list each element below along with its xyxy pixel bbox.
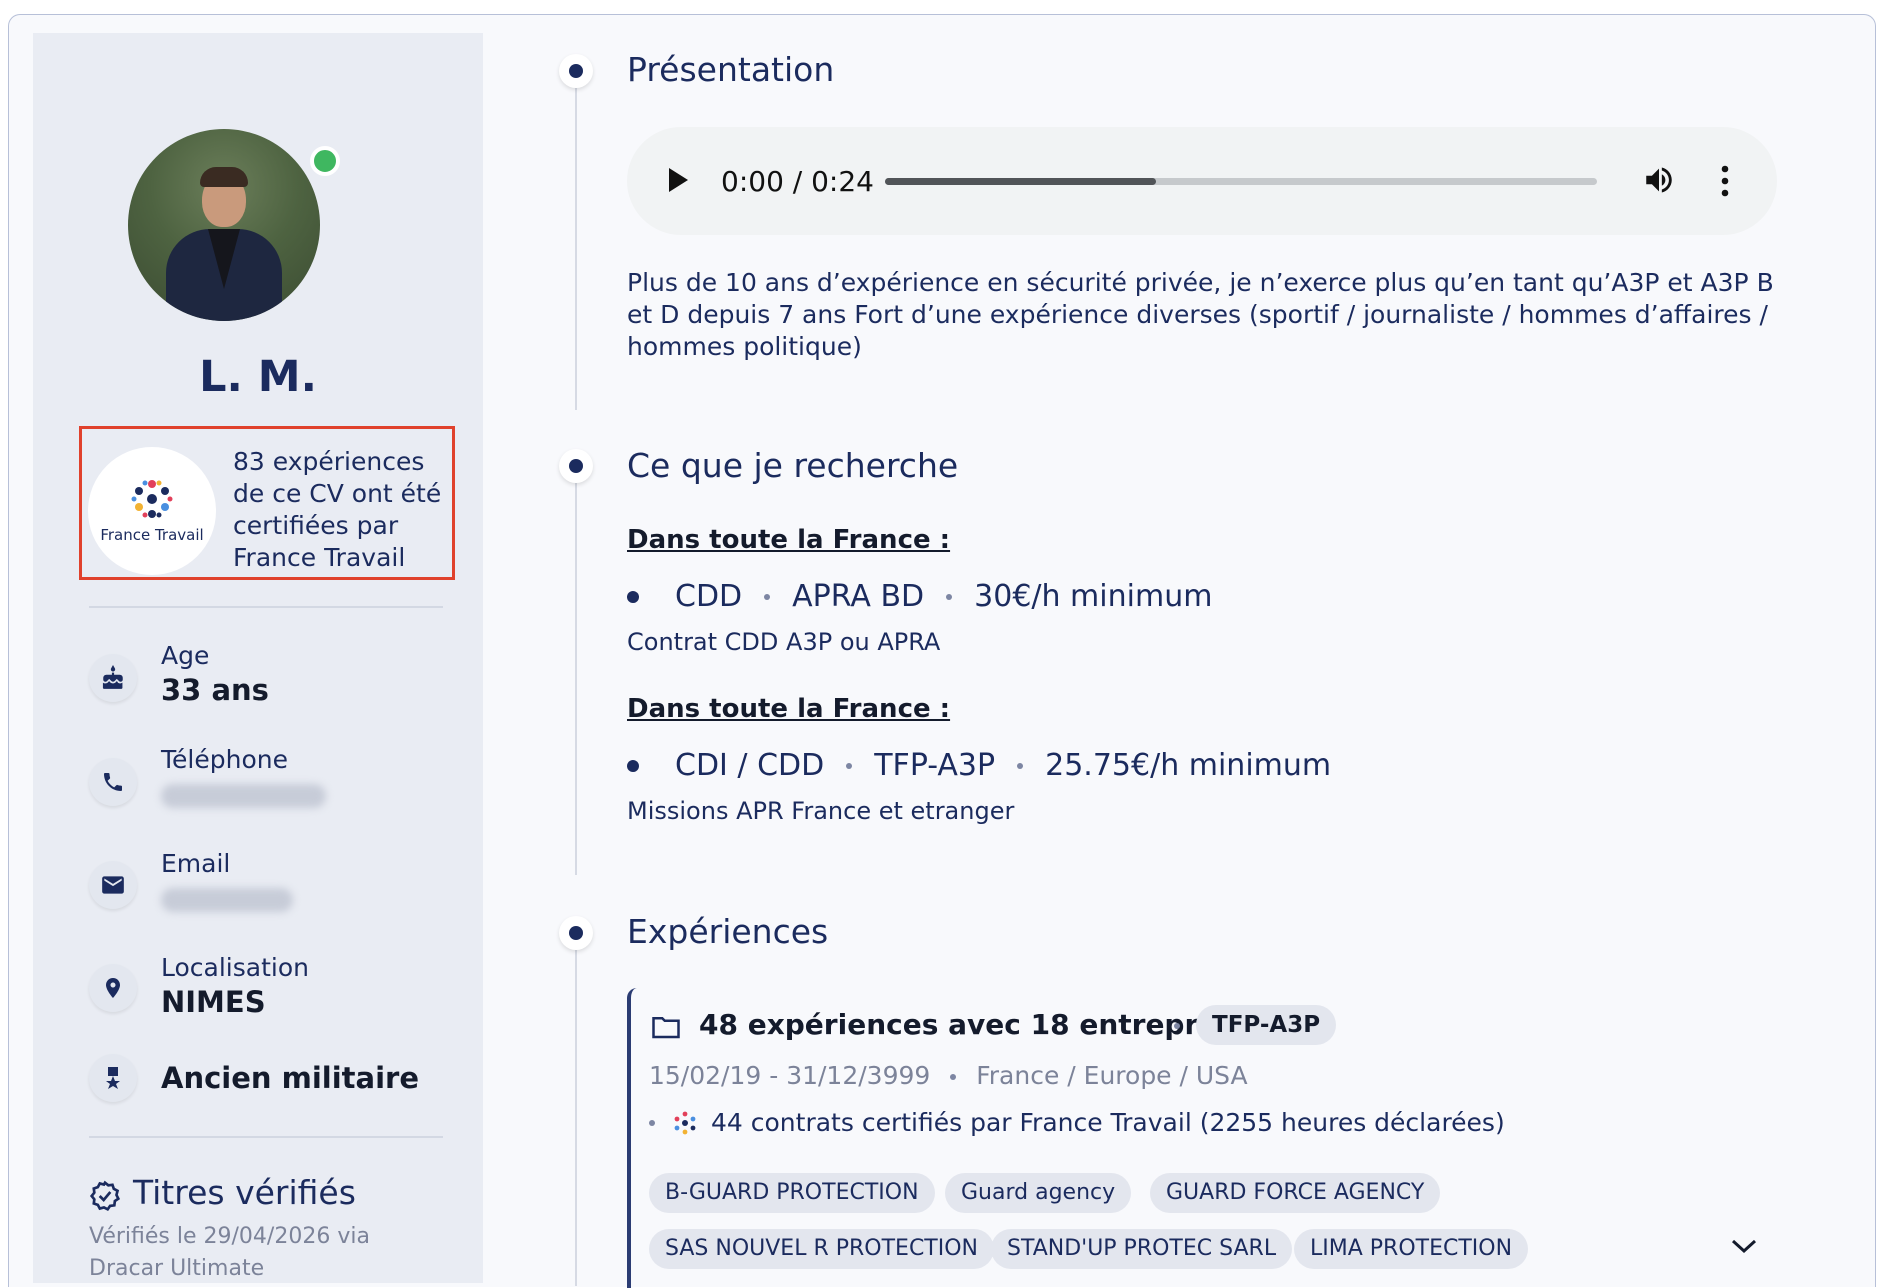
timeline-dot [559, 54, 593, 88]
audio-seek-bar[interactable] [885, 178, 1597, 185]
verified-badge-icon [89, 1180, 121, 1212]
cake-icon [89, 654, 137, 702]
medal-icon [89, 1054, 137, 1102]
france-travail-logo: France Travail [88, 447, 216, 575]
divider [89, 1136, 443, 1138]
location-label: Localisation [161, 953, 309, 982]
online-status-dot [310, 146, 340, 176]
search-heading: Dans toute la France : [627, 694, 951, 724]
phone-icon [89, 758, 137, 806]
experience-certification: 44 contrats certifiés par France Travail… [649, 1108, 1505, 1137]
age-value: 33 ans [161, 673, 269, 707]
france-travail-dots-icon [131, 480, 173, 518]
search-criteria: CDD APRA BD 30€/h minimum [627, 579, 1212, 614]
search-heading: Dans toute la France : [627, 525, 951, 555]
search-note: Missions APR France et etranger [627, 797, 1015, 825]
chevron-down-icon[interactable] [1729, 1236, 1759, 1256]
timeline-line [575, 88, 577, 410]
email-label: Email [161, 849, 231, 878]
location-pin-icon [89, 964, 137, 1012]
military-status: Ancien militaire [161, 1061, 420, 1095]
phone-label: Téléphone [161, 745, 288, 774]
experience-group-card[interactable]: 48 expériences avec 18 entreprises TFP-A… [627, 988, 1791, 1288]
company-chip[interactable]: SAS NOUVEL R PROTECTION [649, 1229, 995, 1269]
search-title: Ce que je recherche [627, 446, 959, 485]
titres-verifies-title: Titres vérifiés [133, 1173, 356, 1212]
experience-dates: 15/02/19 - 31/12/3999 France / Europe / … [649, 1061, 1248, 1090]
presentation-text: Plus de 10 ans d’expérience en sécurité … [627, 268, 1774, 361]
audio-player[interactable]: 0:00 / 0:24 [627, 127, 1777, 235]
candidate-initials: L. M. [199, 352, 317, 402]
audio-time: 0:00 / 0:24 [721, 165, 874, 198]
divider [89, 606, 443, 608]
search-criteria: CDI / CDD TFP-A3P 25.75€/h minimum [627, 748, 1331, 783]
phone-value-hidden [161, 784, 326, 808]
hourly-rate: 25.75€/h minimum [1045, 748, 1332, 783]
hourly-rate: 30€/h minimum [974, 579, 1213, 614]
certification-text: 83 expériences de ce CV ont été certifié… [233, 447, 442, 572]
age-label: Age [161, 641, 210, 670]
company-chip[interactable]: B-GUARD PROTECTION [649, 1173, 935, 1213]
contract-type: CDD [675, 579, 743, 614]
volume-icon[interactable] [1642, 163, 1676, 197]
company-chip[interactable]: Guard agency [945, 1173, 1132, 1213]
presentation-title: Présentation [627, 50, 835, 89]
play-icon[interactable] [667, 167, 689, 193]
company-chip[interactable]: GUARD FORCE AGENCY [1150, 1173, 1441, 1213]
timeline-dot [559, 449, 593, 483]
avatar [128, 129, 320, 321]
france-travail-dots-icon [674, 1111, 696, 1134]
folder-icon [652, 1017, 680, 1039]
experience-role-chip: TFP-A3P [1196, 1005, 1337, 1045]
company-chip[interactable]: LIMA PROTECTION [1294, 1229, 1529, 1269]
timeline-dot [559, 916, 593, 950]
company-chip[interactable]: STAND'UP PROTEC SARL [991, 1229, 1293, 1269]
search-note: Contrat CDD A3P ou APRA [627, 628, 941, 656]
france-travail-logo-text: France Travail [100, 526, 204, 544]
timeline-line [575, 483, 577, 875]
audio-seek-progress [885, 178, 1156, 185]
experiences-title: Expériences [627, 912, 829, 951]
timeline-line [575, 950, 577, 1286]
job-role: TFP-A3P [874, 748, 996, 783]
job-role: APRA BD [792, 579, 925, 614]
contract-type: CDI / CDD [675, 748, 825, 783]
titres-verifies-subtitle: Vérifiés le 29/04/2026 via Dracar Ultima… [89, 1224, 370, 1281]
more-vert-icon[interactable] [1719, 164, 1731, 198]
mail-icon [89, 861, 137, 909]
email-value-hidden [161, 888, 293, 912]
location-value: NIMES [161, 985, 266, 1019]
